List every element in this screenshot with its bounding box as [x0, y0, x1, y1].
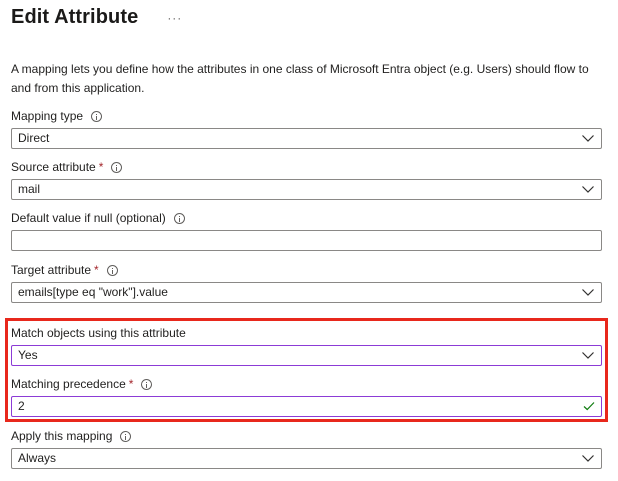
info-icon[interactable] — [111, 161, 123, 173]
matching-precedence-input[interactable]: 2 — [11, 396, 602, 417]
matching-precedence-label-row: Matching precedence * — [11, 376, 602, 392]
target-attribute-value: emails[type eq "work"].value — [18, 285, 168, 299]
info-icon[interactable] — [91, 110, 103, 122]
match-objects-value: Yes — [18, 348, 38, 362]
match-objects-field: Match objects using this attribute Yes — [11, 325, 602, 366]
info-icon[interactable] — [141, 378, 153, 390]
checkmark-icon — [583, 402, 595, 411]
match-objects-dropdown[interactable]: Yes — [11, 345, 602, 366]
chevron-down-icon — [582, 186, 594, 193]
mapping-type-dropdown[interactable]: Direct — [11, 128, 602, 149]
page-title: Edit Attribute — [11, 5, 139, 28]
chevron-down-icon — [582, 352, 594, 359]
match-objects-label: Match objects using this attribute — [11, 326, 186, 340]
mapping-type-value: Direct — [18, 131, 50, 145]
source-attribute-label: Source attribute — [11, 160, 96, 174]
info-icon[interactable] — [106, 264, 118, 276]
default-value-field: Default value if null (optional) — [11, 210, 602, 251]
edit-attribute-panel: Edit Attribute ··· A mapping lets you de… — [0, 0, 618, 481]
more-options-button[interactable]: ··· — [167, 11, 182, 25]
source-attribute-value: mail — [18, 182, 41, 196]
default-value-label-row: Default value if null (optional) — [11, 210, 602, 226]
source-attribute-label-row: Source attribute * — [11, 159, 602, 175]
matching-precedence-label: Matching precedence — [11, 377, 126, 391]
chevron-down-icon — [582, 455, 594, 462]
required-marker: * — [94, 263, 99, 277]
target-attribute-label: Target attribute — [11, 263, 92, 277]
match-objects-label-row: Match objects using this attribute — [11, 325, 602, 341]
target-attribute-field: Target attribute * emails[type eq "work"… — [11, 262, 602, 303]
target-attribute-label-row: Target attribute * — [11, 262, 602, 278]
info-icon[interactable] — [173, 212, 185, 224]
matching-precedence-value: 2 — [18, 399, 25, 413]
source-attribute-field: Source attribute * mail — [11, 159, 602, 200]
required-marker: * — [128, 377, 134, 391]
apply-mapping-value: Always — [18, 451, 57, 465]
description-text: A mapping lets you define how the attrib… — [11, 62, 589, 95]
mapping-type-label-row: Mapping type — [11, 108, 602, 124]
apply-mapping-label: Apply this mapping — [11, 429, 113, 443]
apply-mapping-label-row: Apply this mapping — [11, 428, 602, 444]
default-value-label: Default value if null (optional) — [11, 211, 166, 225]
default-value-input[interactable] — [11, 230, 602, 251]
required-marker: * — [98, 160, 104, 174]
chevron-down-icon — [582, 135, 594, 142]
mapping-type-field: Mapping type Direct — [11, 108, 602, 149]
apply-mapping-field: Apply this mapping Always — [11, 428, 602, 469]
chevron-down-icon — [582, 289, 594, 296]
title-row: Edit Attribute ··· — [11, 4, 182, 30]
target-attribute-dropdown[interactable]: emails[type eq "work"].value — [11, 282, 602, 303]
source-attribute-dropdown[interactable]: mail — [11, 179, 602, 200]
info-icon[interactable] — [120, 430, 132, 442]
mapping-type-label: Mapping type — [11, 109, 84, 123]
matching-precedence-field: Matching precedence * 2 — [11, 376, 602, 417]
apply-mapping-dropdown[interactable]: Always — [11, 448, 602, 469]
